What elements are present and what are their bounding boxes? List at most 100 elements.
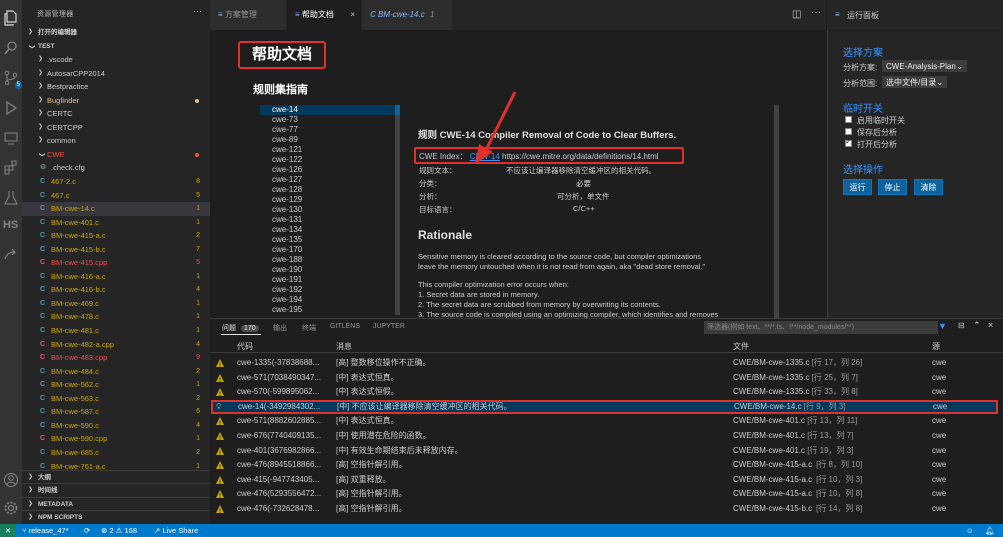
rule-item[interactable]: cwe-192 — [260, 285, 400, 295]
problem-row[interactable]: cwe-401(3676982866... [中] 有效生命期结束后未释放内存。 C… — [210, 444, 1003, 461]
rule-item[interactable]: cwe-77 — [260, 125, 400, 135]
filter-input[interactable]: 筛选器(例如 text、**/*.ts、!**/node_modules/**) — [704, 321, 938, 334]
tree-item[interactable]: C BM-cwe-590.cpp 1 — [22, 432, 210, 446]
tree-item[interactable]: C BM-cwe-685.c 2 — [22, 446, 210, 460]
split-editor-icon[interactable]: ◫ — [792, 9, 801, 20]
lightbulb-icon[interactable]: 💡︎ — [216, 400, 222, 415]
tab-terminal[interactable]: 终端 — [302, 323, 316, 333]
tree-item[interactable]: ❯ Bestpractice — [22, 80, 210, 94]
source-control-icon[interactable]: 5 — [3, 70, 22, 89]
tree-item[interactable]: C 467-2.c 8 — [22, 175, 210, 189]
problems-summary[interactable]: ⊗ 2 ⚠ 168 — [101, 524, 137, 537]
rule-item[interactable]: cwe-195 — [260, 305, 400, 315]
problem-row[interactable]: 💡︎ cwe-14(-3492984302... [中] 不应该让编译器移除清空缓冲… — [211, 399, 998, 415]
problem-row[interactable]: cwe-571(7038490347... [中] 表达式恒真。 CWE/BM-cw… — [210, 371, 1003, 388]
close-icon[interactable]: × — [350, 0, 355, 30]
search-icon[interactable] — [3, 40, 19, 56]
problem-row[interactable]: cwe-1335(-37838688... [高] 整数移位操作不正确。 CWE/B… — [210, 356, 1003, 374]
live-share-item[interactable]: ↗ Live Share — [154, 524, 198, 537]
rule-item[interactable]: cwe-191 — [260, 275, 400, 285]
testing-icon[interactable] — [3, 190, 19, 206]
more-actions-icon[interactable]: ··· — [811, 7, 821, 18]
tree-item[interactable]: C BM-cwe-401.c 1 — [22, 216, 210, 230]
tab-output[interactable]: 输出 — [273, 323, 287, 333]
column-header-message[interactable]: 消息 — [336, 341, 352, 352]
close-panel-icon[interactable]: × — [988, 320, 993, 330]
column-header-file[interactable]: 文件 — [733, 341, 749, 352]
tab-problems[interactable]: 问题 170 — [222, 323, 259, 333]
branch-item[interactable]: ⑂ release_47* — [22, 524, 69, 537]
tree-item[interactable]: ❯ CWE — [22, 148, 210, 162]
feedback-icon[interactable]: ☺ — [966, 524, 974, 537]
problem-row[interactable]: cwe-415(-947743405... [高] 双重释放。 CWE/BM-cwe… — [210, 473, 1003, 490]
problem-row[interactable]: cwe-476(-732628478... [高] 空指针解引用。 CWE/BM-c… — [210, 502, 1003, 520]
account-icon[interactable] — [3, 472, 19, 488]
live-share-icon[interactable] — [3, 247, 19, 263]
tree-item[interactable]: C BM-cwe-469.c 1 — [22, 297, 210, 311]
rule-item[interactable]: cwe-129 — [260, 195, 400, 205]
collapse-all-icon[interactable]: ⊟ — [958, 321, 965, 330]
rule-item[interactable]: cwe-14 — [260, 105, 400, 115]
column-header-source[interactable]: 源 — [932, 341, 940, 352]
tree-item[interactable]: C BM-cwe-14.c 1 — [22, 202, 210, 216]
rule-item[interactable]: cwe-122 — [260, 155, 400, 165]
rule-item[interactable]: cwe-194 — [260, 295, 400, 305]
tree-item[interactable]: C BM-cwe-415.cpp 5 — [22, 256, 210, 270]
sync-icon[interactable]: ⟳ — [84, 524, 90, 537]
open-editors-section[interactable]: ❯ 打开的编辑器 — [22, 26, 210, 40]
detail-scrollbar[interactable] — [774, 105, 779, 318]
tree-item[interactable]: C BM-cwe-416-a.c 1 — [22, 270, 210, 284]
tree-item[interactable]: C BM-cwe-415-a.c 2 — [22, 229, 210, 243]
tree-item[interactable]: C BM-cwe-481.c 1 — [22, 324, 210, 338]
tab-plan-management[interactable]: ≡ 方案管理 — [210, 0, 286, 30]
tree-item[interactable]: ❯ AutosarCPP2014 — [22, 67, 210, 81]
run-debug-icon[interactable] — [3, 100, 19, 116]
problem-row[interactable]: cwe-476(8945518866... [高] 空指针解引用。 CWE/BM-c… — [210, 458, 1003, 476]
scope-select[interactable]: 选中文件/目录 ⌄ — [882, 76, 947, 88]
tree-item[interactable]: C BM-cwe-562.c 1 — [22, 378, 210, 392]
rule-item[interactable]: cwe-170 — [260, 245, 400, 255]
rule-item[interactable]: cwe-121 — [260, 145, 400, 155]
clear-button[interactable]: 清除 — [914, 179, 943, 195]
rule-list-scrollbar[interactable] — [395, 115, 400, 315]
rule-item[interactable]: cwe-134 — [260, 225, 400, 235]
tree-item[interactable]: C BM-cwe-482-a.cpp 4 — [22, 338, 210, 352]
enable-temp-switch-checkbox[interactable] — [845, 116, 852, 123]
tree-item[interactable]: C BM-cwe-484.c 2 — [22, 365, 210, 379]
stop-button[interactable]: 停止 — [878, 179, 907, 195]
files-icon[interactable] — [3, 10, 19, 26]
problem-row[interactable]: cwe-571(8882602885... [中] 表达式恒真。 CWE/BM-cw… — [210, 414, 1003, 432]
tree-item[interactable]: ⚙ .check.cfg — [22, 161, 210, 175]
column-header-code[interactable]: 代码 — [237, 341, 253, 352]
rule-item[interactable]: cwe-188 — [260, 255, 400, 265]
plan-select[interactable]: CWE-Analysis-Plan ⌄ — [882, 60, 967, 72]
tab-jupyter[interactable]: JUPYTER — [373, 323, 405, 330]
analyze-on-open-checkbox[interactable] — [845, 137, 852, 147]
tab-bm-cwe-14[interactable]: C BM-cwe-14.c 1 — [362, 0, 452, 30]
npm-scripts-section[interactable]: ❯ NPM SCRIPTS — [22, 510, 210, 525]
tree-item[interactable]: C BM-cwe-590.c 4 — [22, 419, 210, 433]
tree-item[interactable]: C BM-cwe-416-b.c 4 — [22, 283, 210, 297]
rule-item[interactable]: cwe-135 — [260, 235, 400, 245]
remote-indicator[interactable]: ✕ — [0, 524, 16, 537]
tree-item[interactable]: C BM-cwe-563.c 2 — [22, 392, 210, 406]
timeline-section[interactable]: ❯ 时间线 — [22, 483, 210, 498]
tab-gitlens[interactable]: GITLENS — [330, 323, 360, 330]
rule-list-scroll-thumb[interactable] — [395, 105, 400, 115]
problem-row[interactable]: cwe-570(-599895062... [中] 表达式恒假。 CWE/BM-cw… — [210, 385, 1003, 403]
filter-icon[interactable]: ▼ — [938, 321, 947, 331]
remote-explorer-icon[interactable] — [3, 130, 19, 146]
tree-item[interactable]: C BM-cwe-415-b.c 7 — [22, 243, 210, 257]
tree-item[interactable]: ❯ Bugfinder — [22, 94, 210, 108]
rule-item[interactable]: cwe-128 — [260, 185, 400, 195]
tree-item[interactable]: ❯ .vscode — [22, 53, 210, 67]
problem-row[interactable]: cwe-476(5293556472... [高] 空指针解引用。 CWE/BM-c… — [210, 487, 1003, 505]
run-button[interactable]: 运行 — [843, 179, 872, 195]
tree-item[interactable]: C 467.c 5 — [22, 189, 210, 203]
bell-icon[interactable]: 🔔︎ — [985, 524, 995, 537]
more-actions-icon[interactable]: ··· — [193, 6, 202, 16]
extensions-icon[interactable] — [3, 160, 19, 176]
settings-gear-icon[interactable] — [3, 500, 19, 516]
problem-row[interactable]: cwe-676(7740409135... [中] 使用潜在危险的函数。 CWE/B… — [210, 429, 1003, 447]
rule-item[interactable]: cwe-190 — [260, 265, 400, 275]
